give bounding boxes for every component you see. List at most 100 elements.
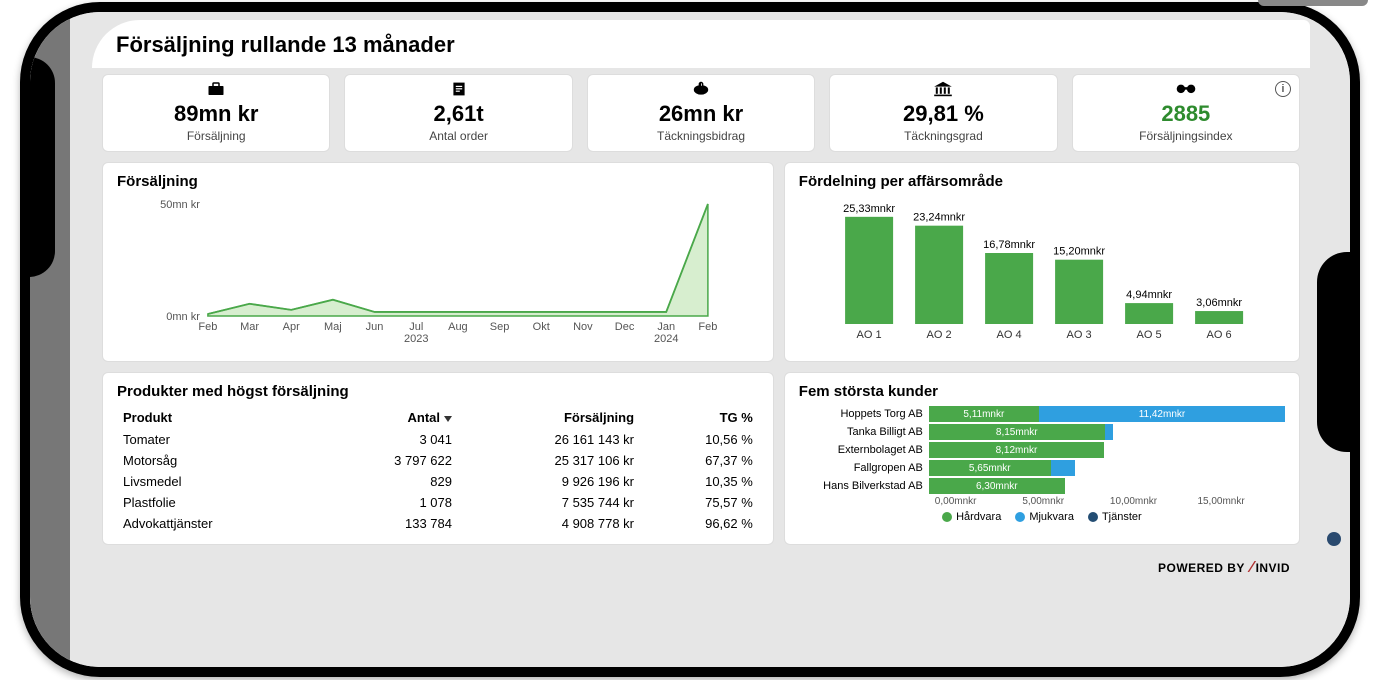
svg-text:4,94mnkr: 4,94mnkr [1126, 289, 1172, 301]
top-products-card: Produkter med högst försäljning Produkt … [102, 372, 774, 545]
svg-text:16,78mnkr: 16,78mnkr [983, 239, 1035, 251]
kpi-label: Antal order [351, 129, 565, 143]
legend-tjanster: Tjänster [1088, 511, 1142, 523]
bar-AO 1[interactable]: 25,33mnkr AO 1 [843, 203, 895, 341]
page-header: Försäljning rullande 13 månader [92, 20, 1310, 68]
svg-text:AO 1: AO 1 [856, 329, 881, 341]
kpi-card-frsljning[interactable]: 89mn kr Försäljning [102, 74, 330, 152]
svg-text:Feb: Feb [198, 321, 217, 333]
svg-text:23,24mnkr: 23,24mnkr [913, 212, 965, 224]
svg-text:Jun: Jun [366, 321, 384, 333]
top-customers-chart[interactable]: Hoppets Torg AB5,11mnkr11,42mnkr Tanka Bi… [799, 406, 1285, 494]
svg-text:50mn kr: 50mn kr [160, 199, 200, 211]
sales-line-card: Försäljning 50mn kr0mn krFebMarAprMajJun… [102, 162, 774, 362]
svg-text:Okt: Okt [533, 321, 550, 333]
svg-text:25,33mnkr: 25,33mnkr [843, 203, 895, 215]
kpi-label: Täckningsgrad [836, 129, 1050, 143]
svg-text:Jul: Jul [409, 321, 423, 333]
sales-line-chart[interactable]: 50mn kr0mn krFebMarAprMajJunJul2023AugSe… [117, 196, 759, 346]
top-customers-title: Fem största kunder [799, 383, 1285, 400]
svg-text:Mar: Mar [240, 321, 259, 333]
svg-text:AO 6: AO 6 [1206, 329, 1231, 341]
table-row[interactable]: Plastfolie1 0787 535 744 kr75,57 % [117, 492, 759, 513]
svg-text:AO 3: AO 3 [1066, 329, 1091, 341]
customer-row[interactable]: Tanka Billigt AB8,15mnkr [799, 424, 1285, 440]
kpi-card-frsljningsindex[interactable]: i 2885 Försäljningsindex [1072, 74, 1300, 152]
svg-text:AO 5: AO 5 [1136, 329, 1161, 341]
customer-name: Fallgropen AB [799, 462, 929, 474]
powered-by-footer: POWERED BY ⁄INVID [92, 555, 1310, 577]
kpi-value: 29,81 % [836, 101, 1050, 127]
col-produkt[interactable]: Produkt [117, 406, 319, 429]
kpi-card-tckningsbidrag[interactable]: 26mn krTäckningsbidrag [587, 74, 815, 152]
svg-text:0mn kr: 0mn kr [166, 311, 200, 323]
kpi-value: 89mn kr [109, 101, 323, 127]
table-row[interactable]: Livsmedel8299 926 196 kr10,35 % [117, 471, 759, 492]
area-bar-chart[interactable]: 25,33mnkrAO 123,24mnkrAO 216,78mnkrAO 41… [799, 196, 1285, 346]
legend-mjukvara: Mjukvara [1015, 511, 1074, 523]
table-row[interactable]: Advokattjänster133 7844 908 778 kr96,62 … [117, 513, 759, 534]
binoc-icon [1079, 81, 1293, 99]
bar-AO 3[interactable]: 15,20mnkr AO 3 [1053, 246, 1105, 341]
kpi-value: 2885 [1079, 101, 1293, 127]
legend-hardvara: Hårdvara [942, 511, 1001, 523]
svg-text:Jan: Jan [657, 321, 675, 333]
briefcase-icon [109, 81, 323, 99]
sales-line-title: Försäljning [117, 173, 759, 190]
kpi-card-tckningsgrad[interactable]: 29,81 % Täckningsgrad [829, 74, 1057, 152]
bank-icon [836, 81, 1050, 99]
svg-text:Aug: Aug [448, 321, 468, 333]
customer-name: Externbolaget AB [799, 444, 929, 456]
bar-AO 2[interactable]: 23,24mnkr AO 2 [913, 212, 965, 341]
svg-text:Dec: Dec [615, 321, 635, 333]
customer-name: Tanka Billigt AB [799, 426, 929, 438]
customers-legend: Hårdvara Mjukvara Tjänster [799, 507, 1285, 523]
svg-text:Maj: Maj [324, 321, 342, 333]
svg-text:AO 2: AO 2 [926, 329, 951, 341]
svg-text:15,20mnkr: 15,20mnkr [1053, 246, 1105, 258]
svg-text:Nov: Nov [573, 321, 593, 333]
svg-text:Sep: Sep [490, 321, 510, 333]
svg-text:Feb: Feb [698, 321, 717, 333]
kpi-value: 2,61t [351, 101, 565, 127]
phone-notch-right [1317, 252, 1350, 452]
kpi-label: Försäljningsindex [1079, 129, 1293, 143]
kpi-value: 26mn kr [594, 101, 808, 127]
top-customers-card: Fem största kunder Hoppets Torg AB5,11mn… [784, 372, 1300, 545]
phone-power-button [1258, 0, 1368, 6]
phone-frame: Försäljning rullande 13 månader 89mn kr F… [20, 2, 1360, 677]
document-icon [351, 81, 565, 99]
customer-row[interactable]: Externbolaget AB8,12mnkr [799, 442, 1285, 458]
area-bar-title: Fördelning per affärsområde [799, 173, 1285, 190]
top-products-title: Produkter med högst försäljning [117, 383, 759, 400]
customer-name: Hoppets Torg AB [799, 408, 929, 420]
sort-caret-icon[interactable] [444, 416, 452, 422]
col-tg[interactable]: TG % [640, 406, 759, 429]
customer-name: Hans Bilverkstad AB [799, 480, 929, 492]
svg-text:AO 4: AO 4 [996, 329, 1021, 341]
area-bar-card: Fördelning per affärsområde 25,33mnkr AO … [784, 162, 1300, 362]
kpi-card-antalorder[interactable]: 2,61t Antal order [344, 74, 572, 152]
customers-x-axis: 0,00mnkr 5,00mnkr 10,00mnkr 15,00mnkr [799, 496, 1285, 507]
bar-AO 6[interactable]: 3,06mnkr AO 6 [1195, 297, 1243, 341]
customer-row[interactable]: Hans Bilverkstad AB6,30mnkr [799, 478, 1285, 494]
col-antal[interactable]: Antal [319, 406, 458, 429]
table-row[interactable]: Motorsåg3 797 62225 317 106 kr67,37 % [117, 450, 759, 471]
svg-text:2023: 2023 [404, 333, 428, 345]
kpi-label: Försäljning [109, 129, 323, 143]
svg-text:2024: 2024 [654, 333, 678, 345]
customer-row[interactable]: Fallgropen AB5,65mnkr [799, 460, 1285, 476]
top-products-table[interactable]: Produkt Antal Försäljning TG % Tomater3 … [117, 406, 759, 534]
bar-AO 4[interactable]: 16,78mnkr AO 4 [983, 239, 1035, 341]
customer-row[interactable]: Hoppets Torg AB5,11mnkr11,42mnkr [799, 406, 1285, 422]
phone-notch-left [30, 57, 55, 277]
info-icon[interactable]: i [1275, 81, 1291, 97]
bar-AO 5[interactable]: 4,94mnkr AO 5 [1125, 289, 1173, 341]
invid-logo-icon: ⁄ [1250, 559, 1253, 576]
page-title: Försäljning rullande 13 månader [116, 32, 1286, 58]
svg-text:Apr: Apr [283, 321, 300, 333]
piggy-icon [594, 81, 808, 99]
svg-text:3,06mnkr: 3,06mnkr [1196, 297, 1242, 309]
col-forsaljning[interactable]: Försäljning [458, 406, 640, 429]
table-row[interactable]: Tomater3 04126 161 143 kr10,56 % [117, 429, 759, 450]
